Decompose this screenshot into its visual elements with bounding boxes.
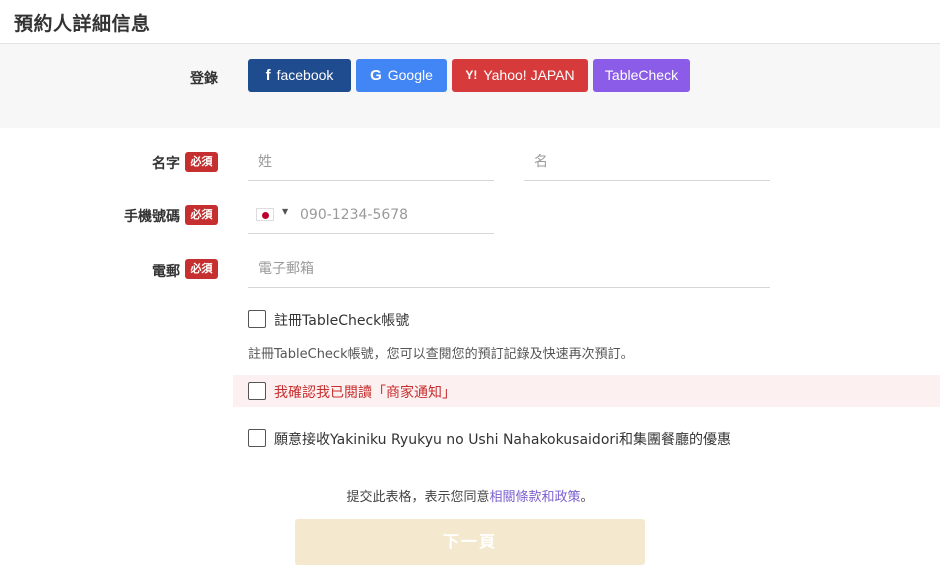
email-input[interactable]: [248, 251, 770, 287]
google-login-label: Google: [387, 67, 433, 83]
japan-flag-icon[interactable]: [256, 208, 274, 221]
section-title: 預約人詳細信息: [14, 13, 151, 35]
register-account-note: 註冊TableCheck帳號，您可以查閱您的預訂記錄及快速再次預訂。: [248, 347, 634, 362]
terms-suffix: 。: [580, 490, 594, 505]
last-name-input[interactable]: [248, 144, 494, 180]
last-name-field[interactable]: [248, 144, 494, 181]
first-name-input[interactable]: [524, 144, 770, 180]
phone-label: 手機號碼: [124, 209, 180, 225]
merchant-notice-checkbox[interactable]: [248, 382, 266, 400]
facebook-login-label: facebook: [276, 67, 334, 83]
google-icon: G: [370, 67, 382, 84]
promo-checkbox[interactable]: [248, 429, 266, 447]
first-name-field[interactable]: [524, 144, 770, 181]
login-label: 登錄: [190, 71, 218, 87]
facebook-icon: f: [265, 67, 271, 84]
name-required-badge: 必須: [185, 152, 218, 172]
name-label: 名字: [152, 156, 180, 172]
email-required-badge: 必須: [185, 259, 218, 279]
yahoo-login-label: Yahoo! JAPAN: [483, 67, 575, 83]
country-dropdown-caret-icon[interactable]: ▼: [282, 207, 288, 216]
merchant-notice-label[interactable]: 我確認我已閱讀「商家通知」: [274, 382, 456, 402]
phone-field[interactable]: ▼: [248, 197, 494, 234]
japan-flag-dot: [262, 211, 269, 219]
tablecheck-login-label: TableCheck: [604, 67, 679, 83]
email-label: 電郵: [152, 264, 180, 280]
register-account-checkbox[interactable]: [248, 310, 266, 328]
yahoo-login-button[interactable]: Y! Yahoo! JAPAN: [452, 59, 588, 92]
promo-label[interactable]: 願意接收Yakiniku Ryukyu no Ushi Nahakokusaid…: [274, 429, 731, 449]
next-page-button[interactable]: 下一頁: [295, 519, 645, 565]
section-header: 預約人詳細信息: [0, 0, 940, 44]
facebook-login-button[interactable]: f facebook: [248, 59, 351, 92]
terms-prefix: 提交此表格，表示您同意: [346, 490, 490, 505]
email-field[interactable]: [248, 251, 770, 288]
google-login-button[interactable]: G Google: [356, 59, 447, 92]
terms-link[interactable]: 相關條款和政策: [489, 490, 580, 505]
yahoo-icon: Y!: [465, 68, 478, 82]
terms-text: 提交此表格，表示您同意相關條款和政策。: [0, 486, 940, 505]
phone-required-badge: 必須: [185, 205, 218, 225]
register-account-label[interactable]: 註冊TableCheck帳號: [274, 310, 409, 330]
tablecheck-login-button[interactable]: TableCheck: [593, 59, 690, 92]
